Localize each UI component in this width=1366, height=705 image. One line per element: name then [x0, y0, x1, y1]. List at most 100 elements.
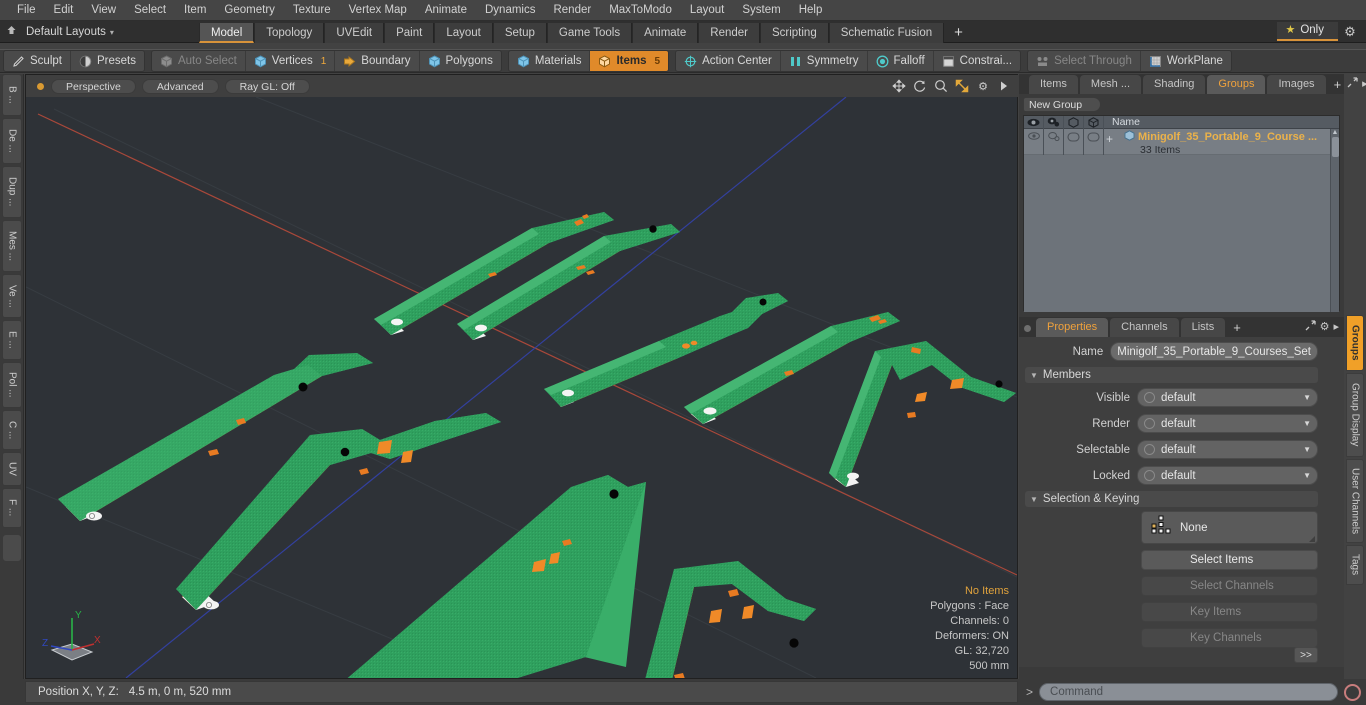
- group-list-scrollbar[interactable]: ▲: [1330, 129, 1339, 312]
- select-through-button[interactable]: Select Through: [1028, 51, 1141, 71]
- viewport-raygl-button[interactable]: Ray GL: Off: [224, 78, 310, 94]
- left-tab-curve[interactable]: C ...: [2, 410, 22, 450]
- viewport-3d-canvas[interactable]: Y X Z No Items Polygons : Face Channels:…: [26, 97, 1017, 678]
- selectable-dropdown[interactable]: default ▼: [1137, 440, 1318, 459]
- play-icon[interactable]: ▸: [1362, 77, 1366, 91]
- expander-icon[interactable]: +: [1106, 132, 1113, 146]
- menu-file[interactable]: File: [8, 0, 45, 21]
- constraint-button[interactable]: Constrai...: [934, 51, 1020, 71]
- selection-set-picker[interactable]: None: [1141, 511, 1318, 544]
- boundary-button[interactable]: Boundary: [335, 51, 420, 71]
- scroll-thumb[interactable]: [1332, 137, 1339, 157]
- table-row[interactable]: + Minigolf_35_Portable_9_Course ... 33 I…: [1024, 129, 1339, 156]
- tab-setup[interactable]: Setup: [492, 22, 547, 43]
- left-tab-edge[interactable]: E ...: [2, 320, 22, 360]
- tab-render[interactable]: Render: [698, 22, 760, 43]
- rtab-groups[interactable]: Groups: [1207, 75, 1266, 94]
- viewport-shading-button[interactable]: Advanced: [141, 78, 219, 94]
- side-tab-user-channels[interactable]: User Channels: [1346, 459, 1364, 543]
- workplane-button[interactable]: WorkPlane: [1141, 51, 1231, 71]
- menu-edit[interactable]: Edit: [45, 0, 83, 21]
- shape-solid-icon[interactable]: [1084, 115, 1104, 129]
- menu-select[interactable]: Select: [125, 0, 175, 21]
- locked-dropdown[interactable]: default ▼: [1137, 466, 1318, 485]
- menu-vertex-map[interactable]: Vertex Map: [340, 0, 416, 21]
- left-tab-uv[interactable]: UV: [2, 452, 22, 486]
- zoom-icon[interactable]: [932, 78, 950, 94]
- tab-animate[interactable]: Animate: [632, 22, 699, 43]
- new-group-button[interactable]: New Group: [1023, 97, 1101, 112]
- tab-layout[interactable]: Layout: [434, 22, 493, 43]
- gear-icon[interactable]: ⚙: [1320, 320, 1330, 334]
- presets-button[interactable]: Presets: [71, 51, 144, 71]
- group-list-empty-area[interactable]: [1024, 155, 1339, 312]
- render-icon[interactable]: [1044, 115, 1064, 129]
- menu-item[interactable]: Item: [175, 0, 215, 21]
- polygons-button[interactable]: Polygons: [420, 51, 501, 71]
- rotate-icon[interactable]: [911, 78, 929, 94]
- rtab-mesh[interactable]: Mesh ...: [1079, 75, 1142, 94]
- tab-scripting[interactable]: Scripting: [759, 22, 829, 43]
- left-tab-vertex[interactable]: Ve ...: [2, 274, 22, 318]
- auto-select-button[interactable]: Auto Select: [152, 51, 246, 71]
- tab-topology[interactable]: Topology: [254, 22, 325, 43]
- shape-outline-icon[interactable]: [1064, 115, 1084, 129]
- expand-icon[interactable]: [1347, 77, 1358, 91]
- only-toggle-button[interactable]: ★ Only: [1277, 22, 1338, 41]
- side-tab-tags[interactable]: Tags: [1346, 545, 1364, 585]
- command-input[interactable]: [1039, 683, 1338, 701]
- play-icon[interactable]: [995, 78, 1013, 94]
- tab-paint[interactable]: Paint: [384, 22, 435, 43]
- render-dropdown[interactable]: default ▼: [1137, 414, 1318, 433]
- row-render-toggle[interactable]: [1044, 129, 1064, 155]
- viewport-view-mode-button[interactable]: Perspective: [51, 78, 136, 94]
- gear-icon[interactable]: ⚙: [974, 78, 992, 94]
- eye-icon[interactable]: [1024, 115, 1044, 129]
- tab-model[interactable]: Model: [198, 22, 255, 43]
- layout-home-icon[interactable]: [0, 25, 22, 39]
- row-solid-toggle[interactable]: [1084, 129, 1104, 155]
- layout-selector[interactable]: Default Layouts ▾: [22, 26, 114, 38]
- items-button[interactable]: Items 5: [590, 51, 669, 71]
- ptab-properties[interactable]: Properties: [1036, 318, 1109, 337]
- side-tab-group-display[interactable]: Group Display: [1346, 373, 1364, 457]
- left-tab-deform[interactable]: De ...: [2, 118, 22, 164]
- members-section-header[interactable]: ▼ Members: [1025, 367, 1318, 383]
- symmetry-button[interactable]: Symmetry: [781, 51, 868, 71]
- left-tab-fusion[interactable]: F ...: [2, 488, 22, 528]
- menu-animate[interactable]: Animate: [416, 0, 476, 21]
- ptab-lists[interactable]: Lists: [1180, 318, 1226, 337]
- menu-dynamics[interactable]: Dynamics: [476, 0, 544, 21]
- menu-system[interactable]: System: [733, 0, 789, 21]
- menu-geometry[interactable]: Geometry: [215, 0, 284, 21]
- move-icon[interactable]: [890, 78, 908, 94]
- tab-schematic-fusion[interactable]: Schematic Fusion: [828, 22, 945, 43]
- falloff-button[interactable]: Falloff: [868, 51, 934, 71]
- rtab-images[interactable]: Images: [1267, 75, 1326, 94]
- side-tab-groups[interactable]: Groups: [1346, 315, 1364, 371]
- selection-keying-section-header[interactable]: ▼ Selection & Keying: [1025, 491, 1318, 507]
- group-list[interactable]: Name + Minigolf_35_Portable_9_Course ...…: [1023, 115, 1340, 312]
- group-name[interactable]: Minigolf_35_Portable_9_Course ...: [1110, 130, 1339, 144]
- ptab-add-button[interactable]: +: [1227, 318, 1247, 337]
- left-tab-extra[interactable]: [2, 534, 22, 562]
- tab-game-tools[interactable]: Game Tools: [546, 22, 633, 43]
- row-outline-toggle[interactable]: [1064, 129, 1084, 155]
- rtab-items[interactable]: Items: [1029, 75, 1078, 94]
- ptab-channels[interactable]: Channels: [1110, 318, 1179, 337]
- rtab-add-button[interactable]: +: [1328, 75, 1348, 94]
- menu-layout[interactable]: Layout: [681, 0, 734, 21]
- scroll-up-arrow[interactable]: ▲: [1331, 129, 1339, 136]
- left-tab-basic[interactable]: B ...: [2, 74, 22, 116]
- properties-options-dot[interactable]: [1024, 325, 1031, 332]
- menu-maxtomodo[interactable]: MaxToModo: [600, 0, 681, 21]
- play-icon[interactable]: ▸: [1333, 320, 1339, 334]
- menu-view[interactable]: View: [82, 0, 125, 21]
- rtab-shading[interactable]: Shading: [1143, 75, 1206, 94]
- more-options-button[interactable]: >>: [1294, 647, 1318, 663]
- add-tab-button[interactable]: +: [944, 23, 973, 43]
- vertices-button[interactable]: Vertices 1: [246, 51, 336, 71]
- menu-texture[interactable]: Texture: [284, 0, 340, 21]
- menu-render[interactable]: Render: [544, 0, 600, 21]
- materials-button[interactable]: Materials: [509, 51, 591, 71]
